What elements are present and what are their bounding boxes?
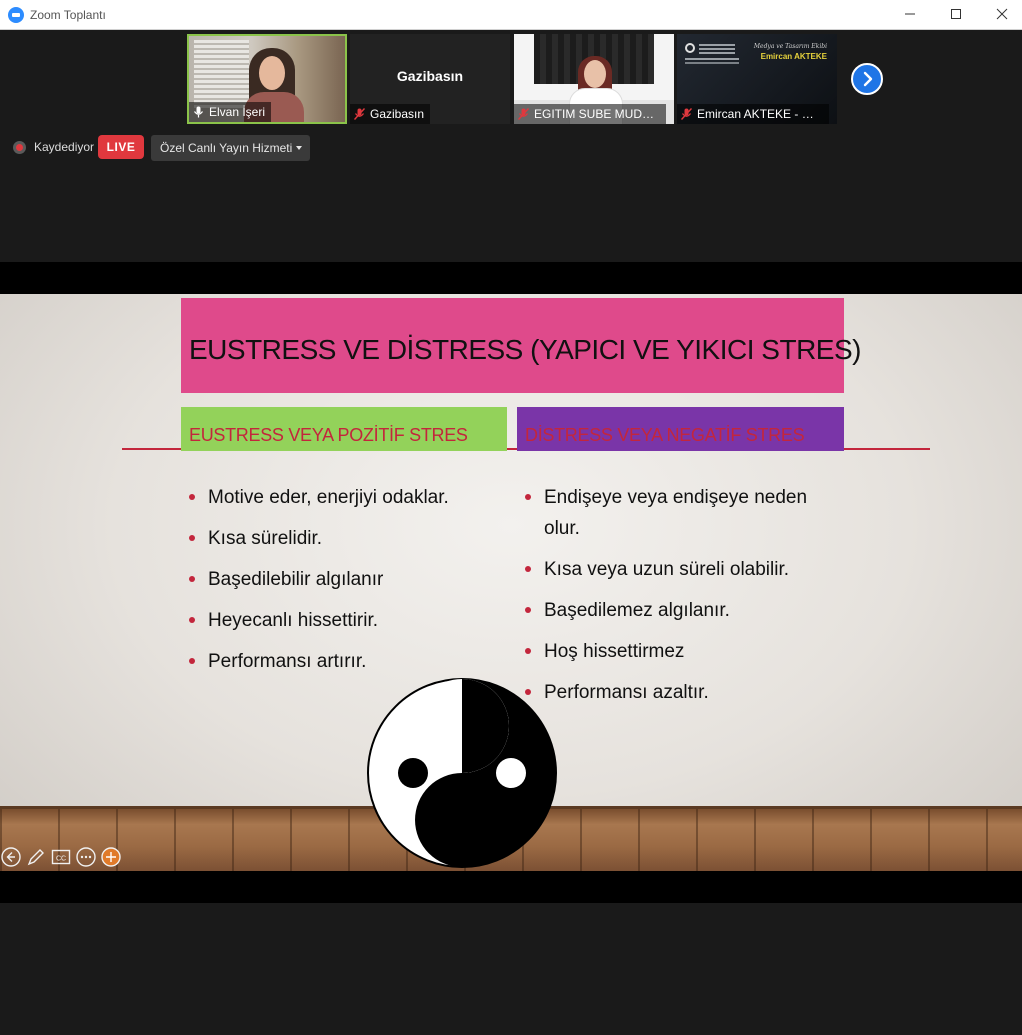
close-icon [996,8,1008,20]
shared-slide: EUSTRESS VE DİSTRESS (YAPICI VE YIKICI S… [0,294,1022,871]
more-options-button[interactable] [76,847,96,867]
slide-title: EUSTRESS VE DİSTRESS (YAPICI VE YIKICI S… [189,334,861,365]
eustress-heading-box: EUSTRESS VEYA POZİTİF STRES [181,407,507,451]
participant-nameplate: Emircan AKTEKE - GU... [677,104,829,124]
bullet-icon [189,494,195,500]
list-item: Endişeye veya endişeye neden olur. [525,482,825,544]
card-name: Emircan AKTEKE [760,52,827,61]
mic-muted-icon [681,108,692,120]
distress-heading: DİSTRESS VEYA NEGATİF STRES [525,425,805,445]
minimize-button[interactable] [887,0,933,30]
zoom-logo-icon [8,7,24,23]
bullet-icon [525,494,531,500]
bullet-icon [189,576,195,582]
pen-tool-button[interactable] [26,847,46,867]
participant-tile-elvan[interactable]: Elvan İşeri [187,34,347,124]
svg-text:CC: CC [56,856,66,863]
yin-yang-icon [367,678,557,868]
list-item: Performansı artırır. [189,646,509,677]
mic-icon [194,106,203,118]
cc-icon: CC [51,849,71,865]
list-item: Başedilemez algılanır. [525,595,825,626]
university-logo [685,43,695,53]
participant-name: EGITIM SUBE MUDUR... [534,107,666,121]
bullet-icon [189,617,195,623]
list-item: Başedilebilir algılanır [189,564,509,595]
more-icon [76,847,96,867]
live-badge[interactable]: LIVE [98,135,144,159]
list-item: Heyecanlı hissettirir. [189,605,509,636]
participant-name: Gazibasın [370,107,425,121]
pen-icon [27,849,44,866]
list-item: Kısa sürelidir. [189,523,509,554]
list-item: Motive eder, enerjiyi odaklar. [189,482,509,513]
maximize-icon [951,9,961,19]
close-button[interactable] [979,0,1022,30]
meeting-stage: Elvan İşeri Gazibasın Gazibasın EGITIM S… [0,30,1022,1035]
pointer-icon [101,847,121,867]
title-bar: Zoom Toplantı [0,0,1022,30]
participant-name: Emircan AKTEKE - GU... [697,107,829,121]
participant-name: Elvan İşeri [209,105,266,119]
stream-service-label: Özel Canlı Yayın Hizmeti [160,141,293,155]
minimize-icon [905,13,915,15]
participant-nameplate: Gazibasın [350,104,431,124]
maximize-button[interactable] [933,0,979,30]
eustress-heading: EUSTRESS VEYA POZİTİF STRES [189,425,468,445]
mic-muted-icon [518,108,529,120]
mic-muted-icon [354,108,365,120]
bullet-icon [189,658,195,664]
distress-heading-box: DİSTRESS VEYA NEGATİF STRES [517,407,844,451]
list-item: Hoş hissettirmez [525,636,825,667]
participant-nameplate: Elvan İşeri [189,102,272,122]
live-stream-service-dropdown[interactable]: Özel Canlı Yayın Hizmeti [151,135,310,161]
list-item: Performansı azaltır. [525,677,825,708]
participant-tile-gazibasin[interactable]: Gazibasın Gazibasın [350,34,510,124]
recording-label: Kaydediyor [34,140,95,154]
gallery-next-button[interactable] [851,63,883,95]
chevron-down-icon [296,146,302,150]
recording-icon [13,141,26,154]
captions-button[interactable]: CC [51,847,71,867]
window-title: Zoom Toplantı [30,8,106,22]
participant-nameplate: EGITIM SUBE MUDUR... [514,104,666,124]
bullet-icon [525,566,531,572]
chevron-right-icon [863,71,873,87]
card-tag: Medya ve Tasarım Ekibi [753,43,827,50]
bullet-icon [189,535,195,541]
list-item: Kısa veya uzun süreli olabilir. [525,554,825,585]
slide-title-box: EUSTRESS VE DİSTRESS (YAPICI VE YIKICI S… [181,298,861,393]
eustress-list: Motive eder, enerjiyi odaklar. Kısa süre… [189,482,509,687]
participant-tile-emircan[interactable]: Medya ve Tasarım Ekibi Emircan AKTEKE Em… [677,34,837,124]
bullet-icon [525,648,531,654]
participant-center-name: Gazibasın [396,68,464,84]
distress-list: Endişeye veya endişeye neden olur. Kısa … [525,482,825,718]
back-arrow-icon [1,847,21,867]
participant-tile-egitim[interactable]: EGITIM SUBE MUDUR... [514,34,674,124]
bullet-icon [525,607,531,613]
next-slide-button[interactable] [101,847,121,867]
previous-slide-button[interactable] [1,847,21,867]
